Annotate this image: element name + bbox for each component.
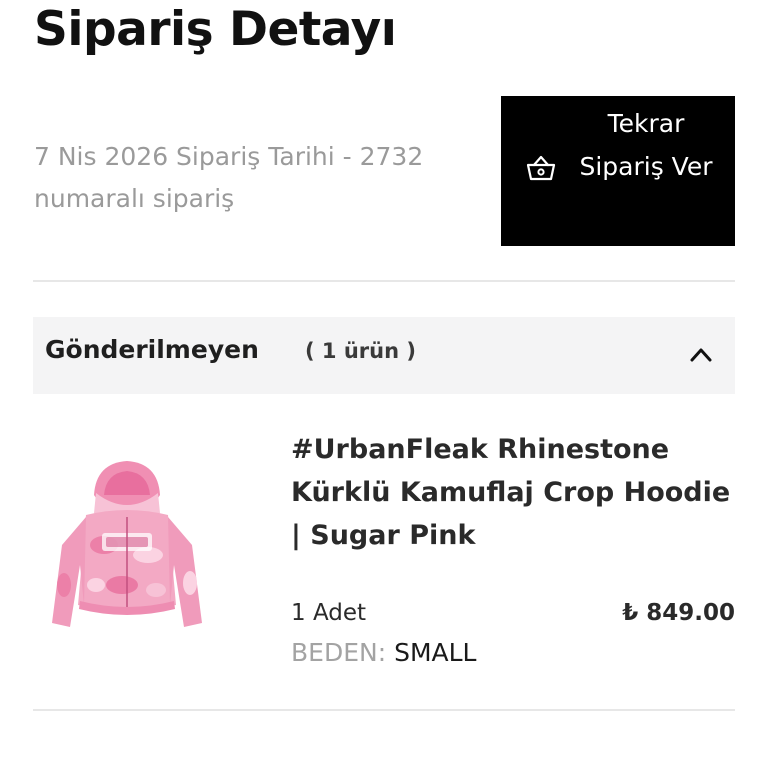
size-label: BEDEN: bbox=[291, 638, 387, 667]
product-image bbox=[52, 461, 202, 627]
divider bbox=[33, 280, 735, 282]
order-meta: 7 Nis 2026 Sipariş Tarihi - 2732 numaral… bbox=[34, 142, 424, 213]
divider bbox=[33, 709, 735, 711]
product-size: BEDEN: SMALL bbox=[291, 638, 476, 667]
section-title: Gönderilmeyen bbox=[45, 335, 259, 364]
product-name[interactable]: #UrbanFleak Rhinestone Kürklü Kamuflaj C… bbox=[291, 428, 731, 557]
product-price: ₺ 849.00 bbox=[622, 600, 735, 626]
reorder-button[interactable]: Tekrar Sipariş Ver bbox=[501, 96, 735, 246]
size-value: SMALL bbox=[394, 638, 477, 667]
order-detail-page: Sipariş Detayı 7 Nis 2026 Sipariş Tarihi… bbox=[0, 0, 768, 768]
page-title: Sipariş Detayı bbox=[34, 2, 397, 57]
section-header-unshipped[interactable]: Gönderilmeyen ( 1 ürün ) bbox=[33, 317, 735, 394]
basket-icon bbox=[526, 155, 556, 181]
chevron-up-icon[interactable] bbox=[689, 344, 713, 364]
section-item-count: ( 1 ürün ) bbox=[305, 339, 416, 363]
product-quantity: 1 Adet bbox=[291, 600, 367, 626]
reorder-button-label: Tekrar Sipariş Ver bbox=[579, 109, 713, 181]
